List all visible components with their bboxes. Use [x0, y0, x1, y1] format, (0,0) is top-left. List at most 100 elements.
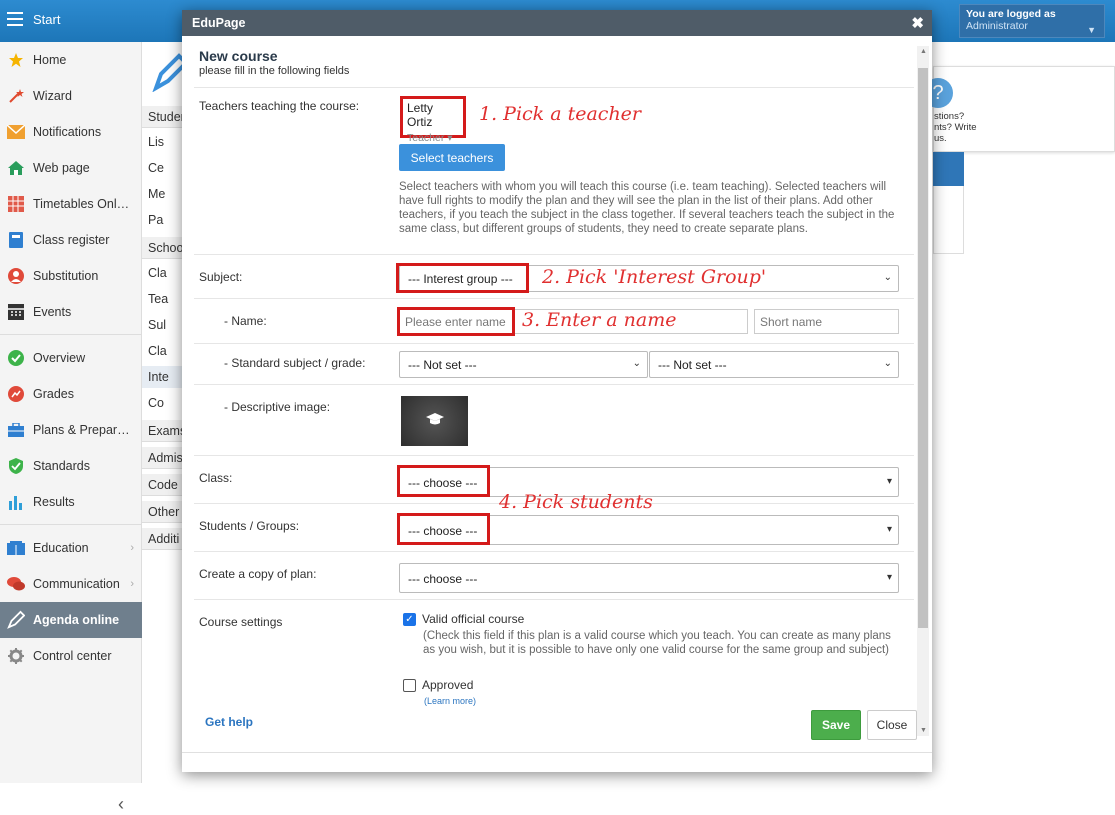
subject-label: Subject: [199, 270, 243, 284]
scroll-up-icon[interactable]: ▲ [920, 48, 927, 55]
new-course-dialog: EduPage ✖ New course please fill in the … [182, 10, 932, 772]
highlight-subject [396, 263, 529, 293]
annotation-pick-interest-group: 2. Pick 'Interest Group' [542, 266, 767, 288]
copy-plan-value: --- choose --- [408, 572, 478, 586]
sidebar: Home Wizard Notifications Web page Timet… [0, 42, 142, 814]
book-icon [7, 231, 25, 249]
sidebar-item-wizard[interactable]: Wizard [0, 78, 142, 114]
standard-label: - Standard subject / grade: [224, 356, 366, 370]
valid-course-help: (Check this field if this plan is a vali… [423, 630, 891, 656]
star-icon [7, 51, 25, 69]
table-rows [933, 186, 964, 254]
grid-icon [7, 195, 25, 213]
approved-checkbox[interactable] [403, 679, 416, 692]
caret-down-icon: ▾ [886, 524, 892, 535]
teacher-chip[interactable]: Letty Ortiz Teacher ▾ [400, 96, 466, 144]
form-heading: New course [199, 48, 278, 64]
subnav-header[interactable]: Admis [142, 447, 182, 469]
sidebar-item-label: Wizard [33, 89, 72, 103]
sidebar-item-label: Education [33, 541, 89, 555]
annotation-pick-teacher: 1. Pick a teacher [479, 103, 642, 125]
subnav-item[interactable]: Co [142, 392, 182, 414]
get-help-link[interactable]: Get help [205, 715, 253, 729]
sidebar-item-agenda-online[interactable]: Agenda online [0, 602, 142, 638]
subnav-header[interactable]: Exams [142, 420, 182, 442]
copy-plan-select[interactable]: --- choose --- ▾ [399, 563, 899, 593]
caret-down-icon: ▾ [886, 476, 892, 487]
home-icon [7, 159, 25, 177]
sidebar-item-label: Plans & Prepar… [33, 423, 130, 437]
standard-subject-select[interactable]: --- Not set --- ⌄ [399, 351, 648, 378]
chevron-down-icon: ⌄ [883, 272, 892, 283]
annotation-pick-students: 4. Pick students [499, 491, 653, 513]
subnav-header[interactable]: Code [142, 474, 182, 496]
sidebar-item-results[interactable]: Results [0, 484, 142, 520]
start-label[interactable]: Start [33, 12, 60, 27]
subnav-header[interactable]: Schoo [142, 237, 182, 259]
sidebar-item-plans[interactable]: Plans & Prepar… [0, 412, 142, 448]
class-label: Class: [199, 471, 233, 485]
valid-course-label: Valid official course [422, 612, 525, 626]
dialog-title: EduPage [192, 16, 246, 30]
subnav-item[interactable]: Pa [142, 209, 182, 231]
chevron-down-icon: ⌄ [883, 358, 892, 369]
standard-grade-select[interactable]: --- Not set --- ⌄ [649, 351, 899, 378]
learn-more-link[interactable]: (Learn more) [424, 696, 476, 706]
calendar-icon [7, 303, 25, 321]
subnav-item[interactable]: Me [142, 183, 182, 205]
sidebar-item-label: Notifications [33, 125, 102, 139]
sidebar-item-events[interactable]: Events [0, 294, 142, 330]
short-name-input[interactable]: Short name [754, 309, 899, 334]
save-button[interactable]: Save [811, 710, 861, 740]
select-teachers-button[interactable]: Select teachers [399, 144, 505, 171]
check-circle-icon [7, 349, 25, 367]
chevron-down-icon: ⌄ [632, 358, 641, 369]
sidebar-item-control-center[interactable]: Control center [0, 638, 142, 674]
valid-course-checkbox[interactable]: ✓ [403, 613, 416, 626]
table-header [933, 152, 964, 186]
sidebar-item-web-page[interactable]: Web page [0, 150, 142, 186]
descriptive-image[interactable] [401, 396, 468, 446]
close-button[interactable]: Close [867, 710, 917, 740]
subnav-header[interactable]: Additi [142, 528, 182, 550]
subnav-item[interactable]: Cla [142, 340, 182, 362]
subnav-item[interactable]: Tea [142, 288, 182, 310]
sidebar-item-communication[interactable]: Communication › [0, 566, 142, 602]
subnav-item[interactable]: Ce [142, 157, 182, 179]
divider [194, 384, 914, 385]
login-box[interactable]: You are logged as Administrator ▼ [959, 4, 1105, 38]
teachers-label: Teachers teaching the course: [199, 99, 360, 113]
sidebar-item-label: Web page [33, 161, 90, 175]
sidebar-item-overview[interactable]: Overview [0, 340, 142, 376]
chevron-right-icon: › [130, 578, 134, 590]
sub-navigation: Studer Lis Ce Me Pa Schoo Cla Tea Sul Cl… [142, 102, 182, 562]
shield-check-icon [7, 457, 25, 475]
name-label: - Name: [224, 314, 267, 328]
subnav-header[interactable]: Other [142, 501, 182, 523]
menu-icon[interactable] [7, 12, 23, 26]
sidebar-item-home[interactable]: Home [0, 42, 142, 78]
collapse-sidebar-icon[interactable]: ‹ [118, 794, 124, 815]
sidebar-item-standards[interactable]: Standards [0, 448, 142, 484]
sidebar-item-notifications[interactable]: Notifications [0, 114, 142, 150]
sidebar-item-grades[interactable]: Grades [0, 376, 142, 412]
scroll-down-icon[interactable]: ▼ [920, 727, 927, 734]
sidebar-item-substitution[interactable]: Substitution [0, 258, 142, 294]
subnav-item[interactable]: Sul [142, 314, 182, 336]
help-panel-text: stions? nts? Write us. [934, 111, 977, 144]
login-user: Administrator [966, 20, 1028, 32]
sidebar-item-education[interactable]: Education › [0, 530, 142, 566]
sidebar-item-timetables[interactable]: Timetables Onl… [0, 186, 142, 222]
caret-down-icon: ▾ [886, 572, 892, 583]
sidebar-item-class-register[interactable]: Class register [0, 222, 142, 258]
subnav-item[interactable]: Cla [142, 262, 182, 284]
sidebar-item-label: Agenda online [33, 613, 120, 627]
chat-icon [7, 575, 25, 593]
subnav-item[interactable]: Lis [142, 131, 182, 153]
close-icon[interactable]: ✖ [911, 14, 924, 32]
divider [194, 551, 914, 552]
dialog-scrollbar[interactable]: ▲ ▼ [917, 46, 929, 736]
scroll-thumb[interactable] [918, 68, 928, 628]
subnav-item-active[interactable]: Inte [142, 366, 182, 388]
subnav-header[interactable]: Studer [142, 106, 182, 128]
